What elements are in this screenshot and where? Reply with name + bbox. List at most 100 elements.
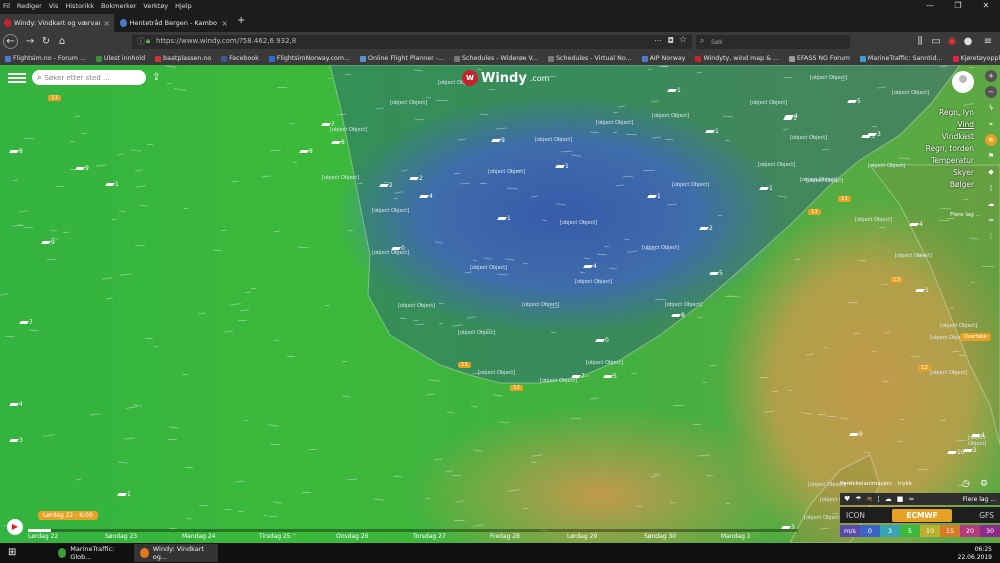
reload-icon[interactable]: ↻ [38,34,54,50]
wind-value-label[interactable]: 1 [915,287,929,294]
timeline-day[interactable]: Lørdag 22 [28,533,105,540]
addon-icon[interactable]: ◉ [944,34,960,50]
zoom-in-icon[interactable]: + [985,70,997,82]
clock-icon[interactable]: ◷ [962,479,970,489]
model-icon-button[interactable]: ICON [846,511,865,520]
wind-value-label[interactable]: 1 [117,491,131,498]
city-label[interactable]: [object Object] [470,265,507,271]
bookmark-item[interactable]: Facebook [216,55,264,62]
city-label[interactable]: [object Object] [804,515,841,521]
wind-value-label[interactable]: 4 [784,113,798,120]
menu-icon[interactable] [8,71,26,85]
bookmark-item[interactable]: Ulest innhold [91,55,150,62]
wind-value-label[interactable]: 1 [759,185,773,192]
cloud-icon[interactable]: ☁ [985,198,997,210]
info-icon[interactable]: ⓘ [137,36,145,47]
close-tab-icon[interactable]: × [221,19,228,28]
share-icon[interactable]: ⇪ [152,72,160,83]
minimize-button[interactable]: — [916,0,944,12]
bookmark-item[interactable]: AIP Norway [637,55,691,62]
home-icon[interactable]: ⌂ [54,34,70,50]
bookmark-item[interactable]: Kjøretøyopplysninger |... [948,55,1000,62]
wind-value-label[interactable]: 8 [671,312,685,319]
layer-4[interactable]: Vindkast [942,132,974,141]
wind-value-label[interactable]: 4 [419,193,433,200]
timeline-day[interactable]: Mandag 1 [721,533,798,540]
menu-hamburger-icon[interactable]: ≡ [980,34,996,50]
city-label[interactable]: [object Object] [522,302,559,308]
menu-item-4[interactable]: Bokmerker [98,2,140,10]
model-gfs-button[interactable]: GFS [979,511,994,520]
wind-value-label[interactable]: 9 [41,239,55,246]
city-label[interactable]: [object Object] [330,127,367,133]
thermometer-icon[interactable]: ¦ [985,182,997,194]
layer-3[interactable]: Regn, torden [926,144,974,153]
layer-6[interactable]: Regn, lyn [939,108,974,117]
wind-value-label[interactable]: 4 [9,401,23,408]
wind-value-label[interactable]: 7 [19,319,33,326]
timeline-day[interactable]: Tirsdag 25 [259,533,336,540]
close-window-button[interactable]: ✕ [972,0,1000,12]
more-layers-link[interactable]: Flere lag ... [950,212,981,218]
back-arrow-icon[interactable]: ← [3,34,18,49]
wind-value-label[interactable]: 11 [838,196,851,202]
new-tab-button[interactable]: + [237,15,245,26]
city-label[interactable]: [object Object] [586,360,623,366]
wind-value-label[interactable]: 9 [75,165,89,172]
pressure-toggle[interactable]: trykk [898,481,912,487]
bookmark-star-icon[interactable]: ☆ [679,35,687,45]
avatar[interactable] [952,71,974,93]
city-label[interactable]: [object Object] [665,302,702,308]
bookmark-item[interactable]: baatplassen.no [150,55,216,62]
timeline-day[interactable]: Onsdag 26 [336,533,413,540]
wind-icon[interactable]: ≋ [985,134,997,146]
account-icon[interactable]: ● [960,34,976,50]
wind-value-label[interactable]: 2 [379,182,393,189]
thermo-icon[interactable]: ¦ [877,495,879,503]
city-label[interactable]: [object Object] [940,323,977,329]
city-label[interactable]: [object Object] [810,75,847,81]
layer-5[interactable]: Vind [957,120,974,129]
bookmark-item[interactable]: Schedules - Virtual No... [543,55,637,62]
wind-value-label[interactable]: 13 [890,277,903,283]
wind-value-label[interactable]: 1 [555,163,569,170]
wind-value-label[interactable]: 8 [299,148,313,155]
model-ecmwf-button[interactable]: ECMWF [892,508,952,522]
wind-value-label[interactable]: 8 [331,139,345,146]
tab-windy[interactable]: Windy: Vindkart og værvarsel × [0,14,114,32]
city-label[interactable]: [object Object] [758,162,795,168]
wind-value-label[interactable]: 9 [849,431,863,438]
waves-layer-icon[interactable]: ≈ [908,495,914,503]
close-tab-icon[interactable]: × [103,19,110,28]
city-label[interactable]: [object Object] [398,303,435,309]
taskbar-item-windy[interactable]: Windy: Vindkart og... [134,544,218,562]
url-bar[interactable]: ⓘ 🔒︎ https://www.windy.com/?58.462,6.932… [132,35,692,49]
city-label[interactable]: [object Object] [322,175,359,181]
wind-value-label[interactable]: 7 [321,121,335,128]
bookmark-item[interactable]: FlightsimNorway.com... [264,55,355,62]
flag-icon[interactable]: ⚑ [985,150,997,162]
sidebar-icon[interactable]: ▭ [928,34,944,50]
bookmark-item[interactable]: Flightsim.no - Forum ... [0,55,91,62]
menu-item-5[interactable]: Verktøy [140,2,172,10]
wind-value-label[interactable]: 3 [9,437,23,444]
wind-value-label[interactable]: 12 [510,385,523,391]
wind-value-label[interactable]: 2 [699,225,713,232]
wind-value-label[interactable]: 4 [971,432,985,439]
wind-value-label[interactable]: 5 [847,98,861,105]
wind-value-label[interactable]: 5 [709,270,723,277]
wind-value-label[interactable]: 2 [963,447,977,454]
pocket-icon[interactable]: ◘ [668,36,674,45]
city-label[interactable]: [object Object] [575,279,612,285]
wind-value-label[interactable]: 1 [647,193,661,200]
browser-search[interactable]: ⌕ Søk [696,35,850,49]
menu-item-3[interactable]: Historikk [62,2,98,10]
bookmark-item[interactable]: Windyty, wind map & ... [690,55,784,62]
city-label[interactable]: [object Object] [895,253,932,259]
city-label[interactable]: [object Object] [535,137,572,143]
forward-arrow-icon[interactable]: → [22,34,38,50]
wind-value-label[interactable]: 4 [583,263,597,270]
timeline-day[interactable]: Lørdag 29 [567,533,644,540]
timeline-day[interactable]: Mandag 24 [182,533,259,540]
menu-item-6[interactable]: Hjelp [172,2,196,10]
